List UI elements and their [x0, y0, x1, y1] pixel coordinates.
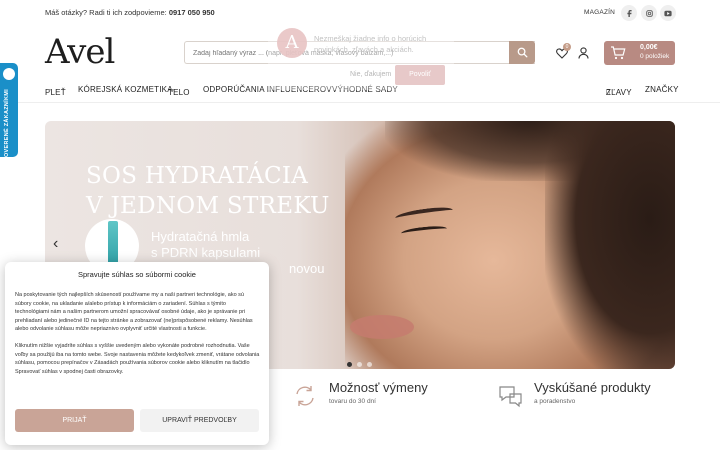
slider-dot[interactable] — [357, 362, 362, 367]
nav-divider — [0, 102, 720, 103]
feature-title: Možnosť výmeny — [329, 380, 428, 395]
slider-dot[interactable] — [367, 362, 372, 367]
chevron-down-icon: ▼ — [170, 88, 176, 94]
magazine-link[interactable]: MAGAZÍN — [584, 9, 615, 16]
slider-dots — [347, 354, 377, 369]
search-button[interactable] — [509, 41, 535, 64]
feature-tested: Vyskúšané produkty a poradenstvo — [534, 380, 651, 405]
logo[interactable]: Avel — [45, 32, 115, 72]
exchange-icon — [292, 383, 318, 414]
instagram-icon[interactable] — [641, 5, 657, 21]
feature-subtitle: a poradenstvo — [534, 398, 576, 405]
verified-badge-icon — [3, 68, 15, 80]
hero-sub-line1: Hydratačná hmla — [151, 229, 250, 244]
cookie-paragraph: Na poskytovanie tých najlepších skúsenos… — [15, 292, 253, 333]
push-message: Nezmeškaj žiadne info o horúcich novinká… — [314, 34, 427, 54]
youtube-icon[interactable] — [660, 5, 676, 21]
wishlist-button[interactable]: 0 — [556, 43, 571, 64]
cookie-body: Na poskytovanie tých najlepších skúsenos… — [15, 291, 261, 384]
push-avatar: A — [277, 28, 307, 58]
product-bottle-image — [108, 221, 118, 267]
nav-label: ZĽAVY — [606, 88, 632, 97]
hero-image-hair-side — [545, 121, 675, 369]
cookie-preferences-button[interactable]: UPRAVIŤ PREDVOĽBY — [140, 409, 259, 432]
phone-number[interactable]: 0917 050 950 — [169, 8, 215, 17]
help-label: Máš otázky? Radi ti ich zodpovieme: — [45, 8, 167, 17]
user-icon — [578, 47, 589, 59]
chevron-down-icon: ▼ — [47, 88, 53, 94]
help-text: Máš otázky? Radi ti ich zodpovieme: 0917… — [45, 8, 215, 17]
cart-button[interactable]: 0,00€ 0 položiek — [604, 41, 675, 65]
hero-image-lips — [350, 315, 414, 339]
nav-item-brands[interactable]: ZNAČKY — [645, 85, 679, 94]
cart-icon — [611, 46, 626, 60]
hero-sub-line2: s PDRN kapsulami — [151, 245, 261, 260]
cookie-consent-dialog: Spravujte súhlas so súbormi cookie Na po… — [5, 262, 269, 445]
feature-title: Vyskúšané produkty — [534, 380, 651, 395]
facebook-icon[interactable] — [621, 5, 637, 21]
feature-subtitle: tovaru do 30 dní — [329, 398, 376, 405]
chat-icon — [497, 383, 525, 414]
verified-reviews-tab[interactable]: OVERENÉ ZÁKAZNÍKMI — [0, 63, 18, 157]
slider-dot[interactable] — [347, 362, 352, 367]
verified-reviews-label: OVERENÉ ZÁKAZNÍKMI — [4, 89, 10, 158]
wishlist-count: 0 — [563, 43, 571, 51]
cart-total: 0,00€ — [640, 44, 658, 51]
cookie-title: Spravujte súhlas so súbormi cookie — [78, 270, 196, 279]
top-bar: Máš otázky? Radi ti ich zodpovieme: 0917… — [0, 0, 720, 26]
hero-headline-line1: SOS HYDRATÁCIA — [86, 163, 309, 189]
slider-prev-arrow-icon[interactable]: ‹ — [53, 235, 58, 253]
push-allow-button[interactable]: Povoliť — [395, 65, 445, 85]
account-button[interactable] — [578, 46, 589, 64]
push-decline-button[interactable]: Nie, ďakujem — [350, 71, 391, 78]
search-icon — [517, 47, 527, 58]
push-notification-prompt: A Nezmeškaj žiadne info o horúcich novin… — [268, 24, 454, 90]
feature-exchange: Možnosť výmeny tovaru do 30 dní — [329, 380, 428, 405]
cookie-paragraph: Kliknutím nižšie vyjadríte súhlas s vyšš… — [15, 342, 260, 375]
hero-headline-line2: V JEDNOM STREKU — [86, 193, 330, 219]
nav-item-korean[interactable]: KÓREJSKÁ KOZMETIKA — [78, 85, 173, 94]
hero-headline: SOS HYDRATÁCIA V JEDNOM STREKU — [86, 161, 330, 221]
cart-items: 0 položiek — [640, 53, 670, 60]
cookie-accept-button[interactable]: PRIJAŤ — [15, 409, 134, 432]
